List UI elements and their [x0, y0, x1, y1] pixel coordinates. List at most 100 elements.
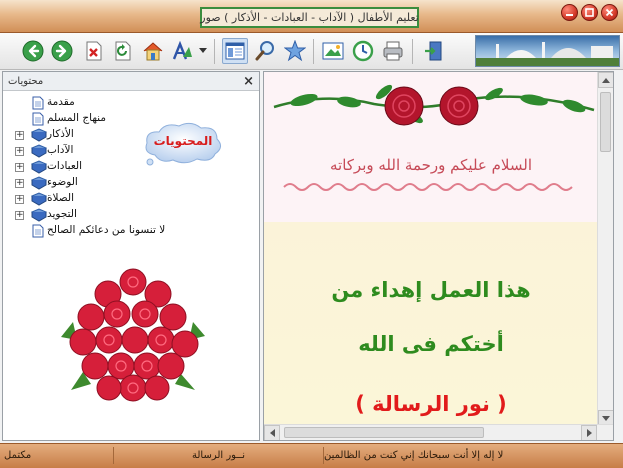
star-icon	[284, 40, 306, 62]
forward-button[interactable]	[49, 38, 75, 64]
arrow-up-icon	[602, 77, 610, 83]
print-button[interactable]	[380, 38, 406, 64]
arrow-left-small-icon	[269, 429, 275, 437]
rose-garland-icon	[273, 84, 595, 126]
favorites-button[interactable]	[282, 38, 308, 64]
book-icon	[30, 208, 48, 222]
expand-toggle[interactable]: +	[15, 195, 24, 204]
status-dhikr: لا إله إلا أنت سبحانك إني كنت من الظالمي…	[324, 450, 504, 461]
scalloped-divider-icon	[283, 183, 573, 191]
dedication-line-2: أختكم فى الله	[358, 332, 504, 356]
magnifier-icon	[255, 41, 274, 61]
slideshow-button[interactable]	[320, 38, 346, 64]
book-icon	[30, 160, 48, 174]
contents-pane-title: محتويات	[8, 75, 44, 87]
caret-down-icon	[199, 48, 207, 53]
contents-pane-header: محتويات ×	[3, 72, 259, 91]
tree-item-label: الأذكار	[47, 128, 74, 140]
expand-toggle[interactable]: +	[15, 163, 24, 172]
image-icon	[322, 42, 344, 60]
contents-bubble: المحتويات	[141, 119, 225, 167]
rose-bouquet-icon	[61, 268, 205, 402]
home-button[interactable]	[140, 38, 166, 64]
contents-bubble-text: المحتويات	[153, 134, 213, 148]
mosque-banner-icon	[476, 42, 619, 66]
arrow-right-small-icon	[586, 429, 592, 437]
book-icon	[30, 144, 48, 158]
tree-item-dua-request[interactable]: لا تنسونا من دعائكم الصالح	[15, 223, 195, 239]
history-button[interactable]	[350, 38, 376, 64]
printer-icon	[383, 41, 403, 61]
exit-button[interactable]	[420, 38, 446, 64]
arrow-left-icon	[22, 40, 44, 62]
expand-toggle[interactable]: +	[15, 131, 24, 140]
tree-item-label: الوضوء	[47, 176, 78, 188]
status-ready: مكتمل	[4, 447, 114, 464]
scroll-right-button[interactable]	[581, 425, 597, 440]
toggle-contents-button[interactable]	[222, 38, 248, 64]
tree-item-tajweed[interactable]: + التجويد	[15, 207, 195, 223]
title-bar: تعليم الأطفال ( الآداب - العبادات - الأذ…	[0, 0, 623, 33]
scrollbar-thumb[interactable]	[600, 92, 611, 152]
tree-item-introduction[interactable]: مقدمة	[15, 95, 195, 111]
font-dropdown-button[interactable]	[196, 38, 210, 64]
search-button[interactable]	[252, 38, 278, 64]
back-button[interactable]	[20, 38, 46, 64]
page-icon	[31, 112, 45, 126]
tree-item-label: لا تنسونا من دعائكم الصالح	[47, 224, 166, 236]
greeting-text: السلام عليكم ورحمة الله وبركاته	[330, 156, 532, 174]
exit-door-icon	[425, 41, 442, 61]
maximize-button[interactable]	[581, 4, 598, 21]
document-header-area: السلام عليكم ورحمة الله وبركاته	[264, 72, 598, 222]
book-icon	[30, 128, 48, 142]
status-author: نــور الرسالة	[114, 447, 324, 464]
tree-item-label: منهاج المسلم	[47, 112, 106, 124]
minimize-button[interactable]	[561, 4, 578, 21]
scrollbar-thumb[interactable]	[284, 427, 484, 438]
minimize-icon	[566, 14, 573, 16]
font-button[interactable]	[169, 38, 195, 64]
maximize-icon	[585, 8, 594, 17]
contents-pane-close-button[interactable]: ×	[243, 75, 254, 88]
font-icon	[172, 40, 192, 60]
page-icon	[31, 224, 45, 238]
window-title: تعليم الأطفال ( الآداب - العبادات - الأذ…	[200, 7, 419, 28]
book-icon	[30, 176, 48, 190]
dedication-line-3: ( نور الرسالة )	[355, 392, 507, 416]
tree-item-salat[interactable]: + الصلاة	[15, 191, 195, 207]
close-icon	[605, 8, 614, 17]
toolbar-separator	[412, 39, 413, 64]
expand-toggle[interactable]: +	[15, 179, 24, 188]
arrow-right-icon	[51, 40, 73, 62]
horizontal-scrollbar[interactable]	[264, 424, 613, 440]
tree-item-label: العبادات	[47, 160, 83, 172]
tree-item-label: مقدمة	[47, 96, 75, 108]
arrow-down-icon	[602, 415, 610, 421]
toolbar-separator	[214, 39, 215, 64]
expand-toggle[interactable]: +	[15, 211, 24, 220]
document-pane: السلام عليكم ورحمة الله وبركاته هذا العم…	[263, 71, 614, 441]
toolbar-separator	[313, 39, 314, 64]
book-icon	[30, 192, 48, 206]
dedication-line-1: هذا العمل إهداء من	[331, 278, 531, 302]
stop-button[interactable]	[81, 38, 107, 64]
close-button[interactable]	[601, 4, 618, 21]
page-icon	[31, 96, 45, 110]
home-icon	[143, 42, 163, 61]
scroll-left-button[interactable]	[264, 425, 280, 440]
status-bar: مكتمل نــور الرسالة لا إله إلا أنت سبحان…	[0, 443, 623, 468]
clock-icon	[352, 40, 374, 62]
rose-bouquet-image	[53, 262, 213, 412]
tree-item-label: التجويد	[47, 208, 77, 220]
stop-icon	[86, 41, 102, 61]
window-controls	[561, 4, 618, 21]
scroll-up-button[interactable]	[598, 72, 613, 88]
tree-item-wudu[interactable]: + الوضوء	[15, 175, 195, 191]
vertical-scrollbar[interactable]	[597, 72, 613, 426]
tree-item-label: الصلاة	[47, 192, 74, 204]
panel-icon	[225, 42, 245, 60]
expand-toggle[interactable]: +	[15, 147, 24, 156]
refresh-button[interactable]	[110, 38, 136, 64]
banner-image	[475, 35, 620, 67]
tree-item-label: الآداب	[47, 144, 74, 156]
